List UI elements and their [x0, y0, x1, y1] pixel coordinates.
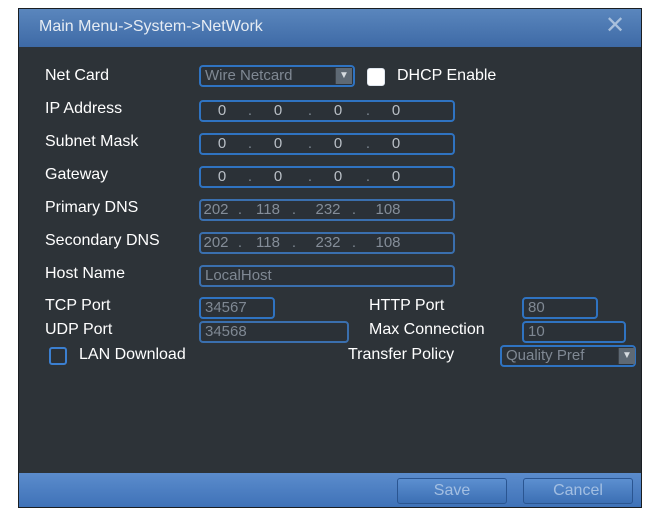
close-icon[interactable]: ✕: [603, 14, 627, 38]
dhcp-enable-checkbox[interactable]: [367, 68, 385, 86]
tcp-port-value: 34567: [205, 299, 247, 316]
gateway-label: Gateway: [45, 166, 109, 183]
max-connection-label: Max Connection: [369, 321, 485, 338]
ip-octet[interactable]: 0: [381, 135, 411, 153]
octet-separator: .: [237, 201, 243, 218]
ip-octet[interactable]: 118: [253, 201, 283, 219]
octet-separator: .: [365, 135, 371, 152]
ip-octet[interactable]: 0: [263, 135, 293, 153]
max-connection-input[interactable]: 10: [522, 321, 626, 343]
http-port-label: HTTP Port: [369, 297, 445, 314]
button-bar: Save Cancel: [19, 473, 641, 507]
ip-octet[interactable]: 0: [381, 102, 411, 120]
octet-separator: .: [247, 168, 253, 185]
octet-separator: .: [291, 234, 297, 251]
ip-octet[interactable]: 0: [323, 168, 353, 186]
ip-octet[interactable]: 0: [207, 168, 237, 186]
net-card-value: Wire Netcard: [205, 67, 293, 84]
octet-separator: .: [307, 168, 313, 185]
ip-octet[interactable]: 0: [263, 102, 293, 120]
chevron-down-icon: ▼: [335, 68, 352, 84]
cancel-button[interactable]: Cancel: [523, 478, 633, 504]
save-button[interactable]: Save: [397, 478, 507, 504]
net-card-dropdown[interactable]: Wire Netcard ▼: [199, 65, 355, 87]
ip-address-field[interactable]: 0 . 0 . 0 . 0: [199, 100, 455, 122]
tcp-port-label: TCP Port: [45, 297, 111, 314]
octet-separator: .: [365, 168, 371, 185]
window-title: Main Menu->System->NetWork: [39, 18, 263, 35]
udp-port-value: 34568: [205, 323, 247, 340]
octet-separator: .: [307, 135, 313, 152]
octet-separator: .: [351, 234, 357, 251]
ip-octet[interactable]: 118: [253, 234, 283, 252]
host-name-label: Host Name: [45, 265, 126, 282]
gateway-field[interactable]: 0 . 0 . 0 . 0: [199, 166, 455, 188]
ip-octet[interactable]: 0: [381, 168, 411, 186]
lan-download-checkbox[interactable]: [49, 347, 67, 365]
ip-octet[interactable]: 0: [263, 168, 293, 186]
octet-separator: .: [247, 102, 253, 119]
ip-octet[interactable]: 108: [373, 234, 403, 252]
octet-separator: .: [351, 201, 357, 218]
ip-octet[interactable]: 232: [313, 234, 343, 252]
network-settings-window: Main Menu->System->NetWork ✕ Net Card Wi…: [18, 8, 642, 508]
ip-octet[interactable]: 0: [323, 135, 353, 153]
octet-separator: .: [307, 102, 313, 119]
ip-octet[interactable]: 202: [201, 234, 231, 252]
ip-octet[interactable]: 0: [207, 102, 237, 120]
host-name-value: LocalHost: [205, 267, 272, 284]
ip-octet[interactable]: 108: [373, 201, 403, 219]
subnet-mask-field[interactable]: 0 . 0 . 0 . 0: [199, 133, 455, 155]
lan-download-label: LAN Download: [79, 346, 186, 363]
octet-separator: .: [291, 201, 297, 218]
ip-octet[interactable]: 0: [323, 102, 353, 120]
octet-separator: .: [237, 234, 243, 251]
subnet-mask-label: Subnet Mask: [45, 133, 139, 150]
ip-address-label: IP Address: [45, 100, 123, 117]
tcp-port-input[interactable]: 34567: [199, 297, 275, 319]
chevron-down-icon: ▼: [618, 348, 635, 364]
ip-octet[interactable]: 202: [201, 201, 231, 219]
http-port-value: 80: [528, 299, 545, 316]
primary-dns-label: Primary DNS: [45, 199, 139, 216]
secondary-dns-label: Secondary DNS: [45, 232, 160, 249]
octet-separator: .: [247, 135, 253, 152]
net-card-label: Net Card: [45, 67, 110, 84]
ip-octet[interactable]: 232: [313, 201, 343, 219]
max-connection-value: 10: [528, 323, 545, 340]
transfer-policy-value: Quality Pref: [506, 347, 585, 364]
title-bar: Main Menu->System->NetWork ✕: [19, 9, 641, 47]
host-name-input[interactable]: LocalHost: [199, 265, 455, 287]
primary-dns-field[interactable]: 202 . 118 . 232 . 108: [199, 199, 455, 221]
dhcp-enable-label: DHCP Enable: [397, 67, 497, 84]
secondary-dns-field[interactable]: 202 . 118 . 232 . 108: [199, 232, 455, 254]
udp-port-input[interactable]: 34568: [199, 321, 349, 343]
octet-separator: .: [365, 102, 371, 119]
udp-port-label: UDP Port: [45, 321, 113, 338]
transfer-policy-label: Transfer Policy: [348, 346, 455, 363]
transfer-policy-dropdown[interactable]: Quality Pref ▼: [500, 345, 636, 367]
http-port-input[interactable]: 80: [522, 297, 598, 319]
ip-octet[interactable]: 0: [207, 135, 237, 153]
